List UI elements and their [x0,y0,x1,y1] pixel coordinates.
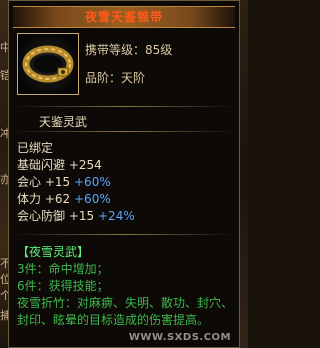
item-name: 夜雪天鉴锦带 [13,6,235,28]
divider [13,234,235,235]
stat-label: 体力 [17,192,42,206]
stat-row: 体力 +62 +60% [17,190,111,207]
set-bonus-line: 夜雪折竹：对麻痹、失明、散功、封穴、 [17,296,234,310]
stat-percent: +60% [74,175,111,189]
bound-status: 已绑定 [17,141,54,155]
item-icon-frame [17,33,79,95]
stat-row: 会心 +15 +60% [17,173,111,190]
carry-level: 携带等级：85级 [85,43,173,57]
set-title: 【夜雪灵武】 [17,245,90,259]
divider [13,106,235,107]
watermark: WWW.SXDS.COM [128,332,231,343]
item-tooltip: 夜雪天鉴锦带 携带等级：85级 品阶：天阶 天鉴灵武 已绑定 基础闪避 +254… [8,0,240,348]
stat-label: 基础闪避 [17,158,66,172]
set-bonus-line: 封印、眩晕的目标造成的伤害提高。 [17,313,210,327]
divider [13,131,235,132]
stat-percent: +60% [74,192,111,206]
appraisal-label: 天鉴灵武 [39,115,88,129]
stat-value: +15 [68,209,95,223]
belt-icon [22,45,74,83]
stat-row: 会心防御 +15 +24% [17,207,135,224]
stat-value: +254 [68,158,102,172]
item-grade: 品阶：天阶 [85,71,146,85]
set-bonus-line: 3件：命中增加； [17,262,109,276]
stat-percent: +24% [98,209,135,223]
stat-row: 基础闪避 +254 [17,156,102,173]
stat-label: 会心防御 [17,209,66,223]
set-bonus-line: 6件：获得技能； [17,279,109,293]
stat-value: +62 [44,192,71,206]
stat-value: +15 [44,175,71,189]
stat-label: 会心 [17,175,42,189]
